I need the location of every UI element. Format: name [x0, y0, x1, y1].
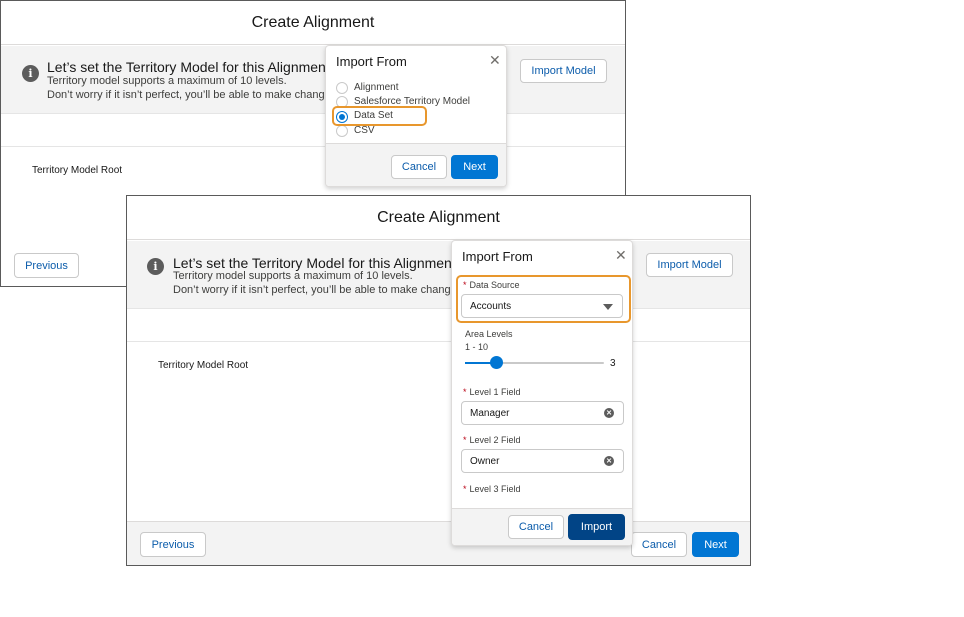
radio-label-alignment: Alignment — [354, 82, 399, 93]
info-icon: i — [147, 258, 164, 275]
clear-icon[interactable]: ✕ — [604, 408, 614, 418]
radio-alignment[interactable] — [336, 82, 348, 94]
front-banner: i Let’s set the Territory Model for this… — [127, 241, 750, 309]
front-window: Create Alignment i Let’s set the Territo… — [126, 195, 751, 566]
divider — [127, 341, 750, 342]
back-banner: i Let’s set the Territory Model for this… — [1, 46, 625, 114]
radio-label-csv: CSV — [354, 125, 375, 136]
level-1-field[interactable]: Manager ✕ — [461, 401, 624, 425]
banner-heading: Let’s set the Territory Model for this A… — [47, 59, 330, 75]
banner-line-2: Don’t worry if it isn’t perfect, you’ll … — [47, 89, 337, 101]
area-levels-slider[interactable] — [465, 356, 604, 369]
highlight-data-source — [456, 275, 631, 323]
import-model-button[interactable]: Import Model — [520, 59, 607, 83]
level-2-value: Owner — [470, 455, 500, 467]
close-icon[interactable]: ✕ — [489, 53, 501, 67]
previous-button[interactable]: Previous — [140, 532, 206, 557]
next-button[interactable]: Next — [692, 532, 739, 557]
popover-title: Import From — [462, 249, 533, 264]
banner-line-1: Territory model supports a maximum of 10… — [47, 75, 287, 87]
level-1-label: * Level 1 Field — [463, 387, 521, 397]
slider-thumb[interactable] — [490, 356, 503, 369]
area-levels-value: 3 — [610, 358, 616, 369]
back-window-title: Create Alignment — [1, 1, 625, 45]
cancel-button[interactable]: Cancel — [631, 532, 687, 557]
import-model-button[interactable]: Import Model — [646, 253, 733, 277]
popover-title: Import From — [336, 54, 407, 69]
popover-footer: Cancel Next — [326, 143, 506, 186]
info-icon: i — [22, 65, 39, 82]
territory-model-root[interactable]: Territory Model Root — [32, 165, 122, 176]
level-1-value: Manager — [470, 407, 510, 419]
popover-footer: Cancel Import — [452, 508, 632, 545]
close-icon[interactable]: ✕ — [615, 248, 627, 262]
area-levels-range: 1 - 10 — [465, 342, 489, 352]
level-3-label: * Level 3 Field — [463, 484, 521, 494]
level-2-label: * Level 2 Field — [463, 435, 521, 445]
highlight-data-set — [332, 106, 427, 126]
banner-line-1: Territory model supports a maximum of 10… — [173, 270, 413, 282]
area-levels-label: Area Levels — [465, 329, 513, 339]
cancel-button[interactable]: Cancel — [508, 515, 564, 539]
next-button[interactable]: Next — [451, 155, 498, 179]
divider — [1, 146, 625, 147]
front-window-title: Create Alignment — [127, 196, 750, 240]
previous-button[interactable]: Previous — [14, 253, 79, 278]
clear-icon[interactable]: ✕ — [604, 456, 614, 466]
banner-line-2: Don’t worry if it isn’t perfect, you’ll … — [173, 284, 463, 296]
territory-model-root[interactable]: Territory Model Root — [158, 360, 248, 371]
level-2-field[interactable]: Owner ✕ — [461, 449, 624, 473]
radio-csv[interactable] — [336, 125, 348, 137]
import-button[interactable]: Import — [568, 514, 625, 540]
cancel-button[interactable]: Cancel — [391, 155, 447, 179]
